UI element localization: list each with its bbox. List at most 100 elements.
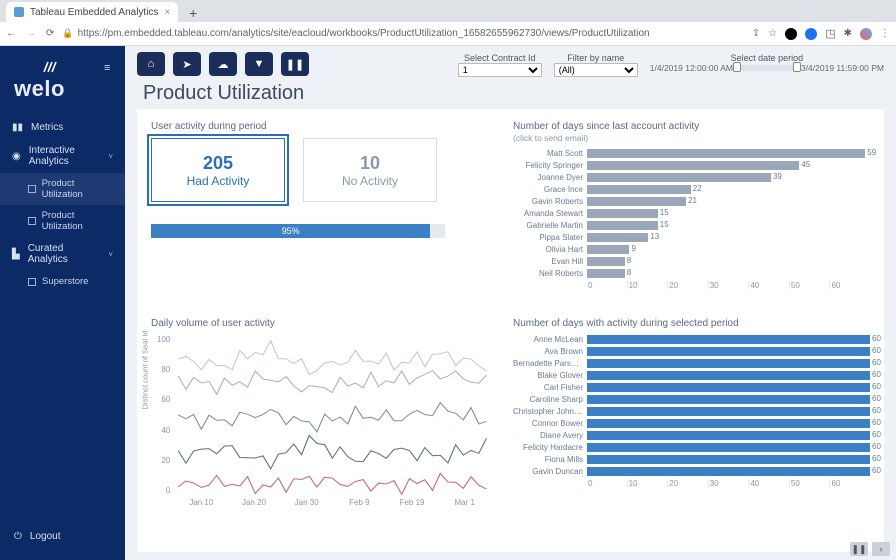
bar-row[interactable]: Felicity Hardacre60 bbox=[513, 441, 870, 453]
nav-sub-superstore[interactable]: Superstore bbox=[0, 271, 125, 292]
browser-address-bar: ← → ⟳ 🔒 https://pm.embedded.tableau.com/… bbox=[0, 22, 896, 46]
bar-row[interactable]: Caroline Sharp60 bbox=[513, 393, 870, 405]
share-button[interactable]: ➤ bbox=[173, 52, 201, 76]
bar-value: 60 bbox=[872, 442, 881, 451]
x-axis-ticks: Jan 10Jan 20Jan 30Feb 9Feb 19Mar 1 bbox=[175, 498, 491, 507]
line-chart[interactable] bbox=[151, 335, 491, 495]
bar-row[interactable]: Anne McLean60 bbox=[513, 333, 870, 345]
back-icon[interactable]: ← bbox=[6, 28, 16, 39]
share-icon[interactable]: ⇪ bbox=[752, 28, 760, 39]
chevron-down-icon: ˅ bbox=[108, 250, 113, 259]
bar-row[interactable]: Fiona Mills60 bbox=[513, 453, 870, 465]
bar-row[interactable]: Evan Hill8 bbox=[513, 255, 870, 267]
browser-tab[interactable]: Tableau Embedded Analytics × bbox=[6, 2, 178, 22]
bar-row[interactable]: Joanne Dyer39 bbox=[513, 171, 870, 183]
sidebar: welo ≡ ▮▮ Metrics ◉ Interactive Analytic… bbox=[0, 46, 125, 560]
panel-days-since: Number of days since last account activi… bbox=[513, 121, 870, 314]
date-slider[interactable] bbox=[735, 65, 799, 71]
pause-button[interactable]: ❚❚ bbox=[281, 52, 309, 76]
nav-sub-product-utilization[interactable]: Product Utilization bbox=[0, 173, 125, 205]
bar-chart-icon: ▮▮ bbox=[12, 122, 23, 133]
bar-value: 60 bbox=[872, 370, 881, 379]
profile-avatar[interactable] bbox=[860, 28, 872, 40]
kpi-had-activity[interactable]: 205 Had Activity bbox=[151, 138, 285, 202]
bar-row[interactable]: Felicity Springer45 bbox=[513, 159, 870, 171]
bar-chart-days-with[interactable]: Anne McLean60Ava Brown60Bernadette Parso… bbox=[513, 333, 870, 477]
power-icon: ⏻ bbox=[14, 531, 22, 542]
pause-small-button[interactable]: ❚❚ bbox=[850, 542, 868, 556]
slider-handle-end[interactable] bbox=[793, 62, 801, 72]
next-small-button[interactable]: › bbox=[872, 542, 890, 556]
bar-row[interactable]: Gabrielle Martin15 bbox=[513, 219, 870, 231]
nav-curated-analytics[interactable]: ▙ Curated Analytics ˅ bbox=[0, 237, 125, 271]
bar bbox=[587, 335, 870, 344]
bar bbox=[587, 431, 870, 440]
bar-row[interactable]: Christopher Johnst...60 bbox=[513, 405, 870, 417]
bar-row[interactable]: Matt Scott59 bbox=[513, 147, 870, 159]
bar-value: 15 bbox=[660, 220, 669, 229]
bar-value: 60 bbox=[872, 466, 881, 475]
reload-icon[interactable]: ⟳ bbox=[46, 28, 54, 39]
name-select[interactable]: (All) bbox=[554, 63, 638, 77]
progress-bar[interactable]: 95% bbox=[151, 224, 445, 238]
home-button[interactable]: ⌂ bbox=[137, 52, 165, 76]
bar-row[interactable]: Neil Roberts 8 bbox=[513, 267, 870, 279]
lock-icon: 🔒 bbox=[62, 28, 73, 39]
bar bbox=[587, 173, 771, 182]
url-field[interactable]: 🔒 https://pm.embedded.tableau.com/analyt… bbox=[62, 28, 743, 39]
bar-row[interactable]: Amanda Stewart15 bbox=[513, 207, 870, 219]
bar-row[interactable]: Grace Ince22 bbox=[513, 183, 870, 195]
bar-value: 60 bbox=[872, 358, 881, 367]
bar-label: Carl Fisher bbox=[513, 383, 587, 392]
forward-icon[interactable]: → bbox=[26, 28, 36, 39]
bar bbox=[587, 347, 870, 356]
line-series bbox=[178, 371, 486, 395]
bar-label: Caroline Sharp bbox=[513, 395, 587, 404]
bar-label: Neil Roberts bbox=[513, 269, 587, 278]
bar bbox=[587, 383, 870, 392]
kpi-no-activity[interactable]: 10 No Activity bbox=[303, 138, 437, 202]
extension-icon[interactable] bbox=[785, 28, 797, 40]
bar bbox=[587, 395, 870, 404]
nav-metrics[interactable]: ▮▮ Metrics bbox=[0, 116, 125, 139]
bar-row[interactable]: Gavin Duncan60 bbox=[513, 465, 870, 477]
filter-label: Select date period bbox=[731, 53, 804, 63]
panel-title: User activity during period bbox=[151, 121, 491, 132]
logout-button[interactable]: ⏻ Logout bbox=[0, 519, 125, 560]
bar-row[interactable]: Ava Brown60 bbox=[513, 345, 870, 357]
bar-label: Anne McLean bbox=[513, 335, 587, 344]
filter-button[interactable]: ▼ bbox=[245, 52, 273, 76]
bar-row[interactable]: Blake Glover60 bbox=[513, 369, 870, 381]
bar-chart-days-since[interactable]: Matt Scott59Felicity Springer45Joanne Dy… bbox=[513, 147, 870, 279]
bar bbox=[587, 161, 799, 170]
bar-label: Bernadette Parsons bbox=[513, 359, 587, 368]
bar bbox=[587, 209, 658, 218]
extension-icon[interactable] bbox=[805, 28, 817, 40]
bar-row[interactable]: Gavin Roberts21 bbox=[513, 195, 870, 207]
nav-sub-product-utilization-2[interactable]: Product Utilization bbox=[0, 205, 125, 237]
puzzle-icon[interactable]: ✱ bbox=[844, 28, 852, 39]
bar-value: 8 bbox=[627, 268, 631, 277]
sidebar-toggle-icon[interactable]: ≡ bbox=[104, 62, 110, 74]
tab-close-icon[interactable]: × bbox=[164, 7, 170, 18]
kebab-icon[interactable]: ⋮ bbox=[880, 28, 890, 39]
download-button[interactable]: ☁ bbox=[209, 52, 237, 76]
toolbar: ⌂ ➤ ☁ ▼ ❚❚ Select Contract Id 1 Filter b… bbox=[125, 46, 896, 82]
bar-value: 8 bbox=[627, 256, 631, 265]
bar-row[interactable]: Olivia Hart9 bbox=[513, 243, 870, 255]
bar-label: Connor Bower bbox=[513, 419, 587, 428]
bar-label: Pippa Slater bbox=[513, 233, 587, 242]
new-tab-button[interactable]: + bbox=[184, 4, 202, 22]
bar-row[interactable]: Diane Avery60 bbox=[513, 429, 870, 441]
bar-row[interactable]: Bernadette Parsons60 bbox=[513, 357, 870, 369]
bar-row[interactable]: Connor Bower60 bbox=[513, 417, 870, 429]
star-icon[interactable]: ☆ bbox=[768, 28, 777, 39]
slider-handle-start[interactable] bbox=[733, 62, 741, 72]
nav-interactive-analytics[interactable]: ◉ Interactive Analytics ˅ bbox=[0, 139, 125, 173]
globe-icon: ◉ bbox=[12, 151, 21, 162]
contract-select[interactable]: 1 bbox=[458, 63, 542, 77]
extensions-icon[interactable]: ◳ bbox=[825, 27, 835, 40]
bar-value: 60 bbox=[872, 334, 881, 343]
bar-row[interactable]: Carl Fisher60 bbox=[513, 381, 870, 393]
bar-row[interactable]: Pippa Slater13 bbox=[513, 231, 870, 243]
